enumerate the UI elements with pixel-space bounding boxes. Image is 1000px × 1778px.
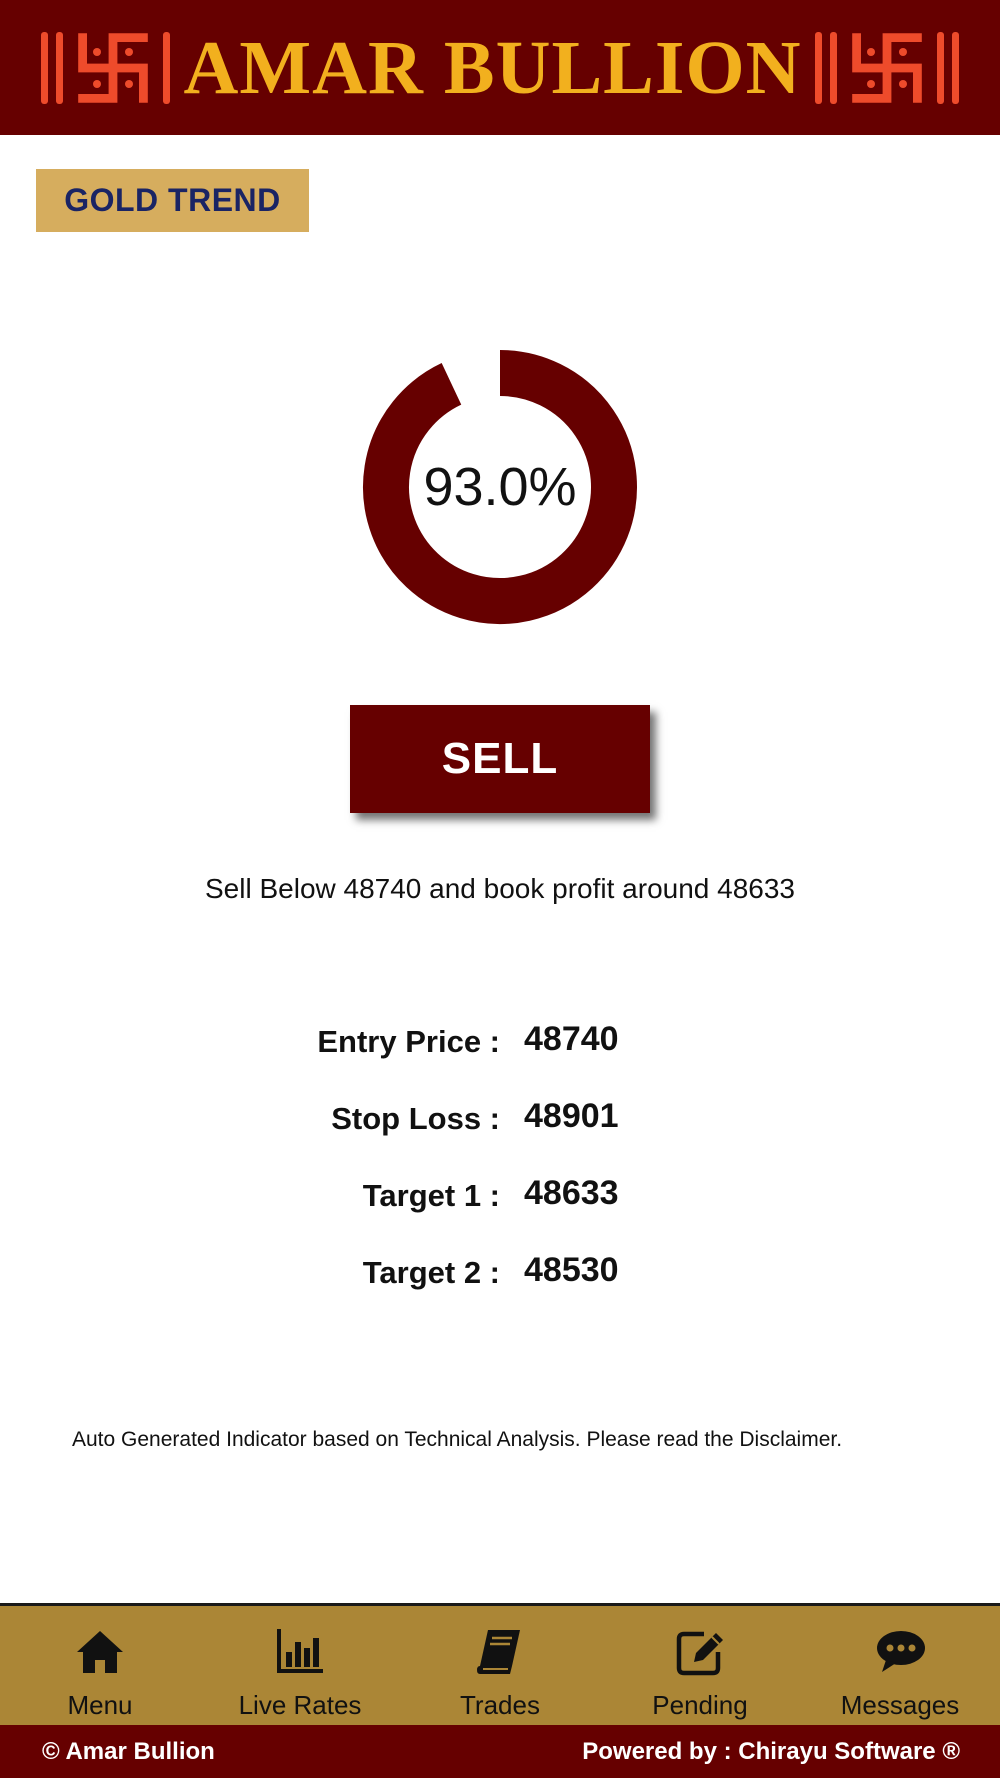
level-label: Entry Price : [317, 1024, 500, 1059]
tab-trades[interactable]: Trades [400, 1606, 600, 1725]
tab-menu[interactable]: Menu [0, 1606, 200, 1725]
home-icon [77, 1631, 123, 1673]
app-footer: © Amar Bullion Powered by : Chirayu Soft… [0, 1725, 1000, 1778]
bottom-tab-bar: Menu Live Rates Trades Pending Messages [0, 1603, 1000, 1725]
book-icon [477, 1630, 520, 1674]
tab-live-rates[interactable]: Live Rates [200, 1606, 400, 1725]
level-label: Target 2 : [362, 1255, 500, 1290]
section-title: GOLD TREND [36, 169, 309, 232]
bar-chart-icon [277, 1629, 323, 1673]
tab-label: Menu [67, 1690, 133, 1720]
sell-button[interactable]: SELL [350, 705, 650, 813]
tab-label: Pending [652, 1690, 748, 1720]
level-row-target-1: Target 1 : 48633 [0, 1174, 1000, 1255]
brand-logo: AMAR BULLION [40, 25, 960, 110]
level-row-stop-loss: Stop Loss : 48901 [0, 1097, 1000, 1178]
tab-label: Messages [840, 1690, 960, 1720]
tab-pending[interactable]: Pending [600, 1606, 800, 1725]
level-row-target-2: Target 2 : 48530 [0, 1251, 1000, 1332]
level-value: 48901 [524, 1097, 619, 1135]
advice-text: Sell Below 48740 and book profit around … [205, 873, 795, 904]
chat-bubble-icon [877, 1631, 925, 1672]
gauge-value: 93.0% [423, 457, 577, 517]
trend-gauge: 93.0% [360, 347, 640, 627]
powered-by-link[interactable]: Powered by : Chirayu Software ® [582, 1738, 960, 1766]
tab-label: Trades [460, 1690, 540, 1720]
app-header: AMAR BULLION [0, 0, 1000, 135]
level-value: 48740 [524, 1020, 619, 1058]
divider-bars-left [40, 31, 63, 104]
brand-title: AMAR BULLION [183, 25, 802, 110]
level-label: Stop Loss : [331, 1101, 500, 1136]
level-row-entry-price: Entry Price : 48740 [0, 1020, 1000, 1101]
swastika-icon [77, 32, 148, 103]
copyright-text: © Amar Bullion [42, 1737, 215, 1765]
level-value: 48633 [524, 1174, 619, 1212]
tab-label: Live Rates [238, 1690, 362, 1720]
tab-messages[interactable]: Messages [800, 1606, 1000, 1725]
disclaimer-text: Auto Generated Indicator based on Techni… [72, 1428, 843, 1451]
divider-bars-mid-right [815, 31, 838, 104]
swastika-icon [852, 32, 923, 103]
divider-bars-mid-left [162, 31, 170, 104]
price-levels: Entry Price : 48740 Stop Loss : 48901 Ta… [0, 1020, 1000, 1332]
level-label: Target 1 : [362, 1178, 500, 1213]
divider-bars-right [937, 31, 960, 104]
level-value: 48530 [524, 1251, 619, 1289]
edit-icon [676, 1631, 723, 1676]
